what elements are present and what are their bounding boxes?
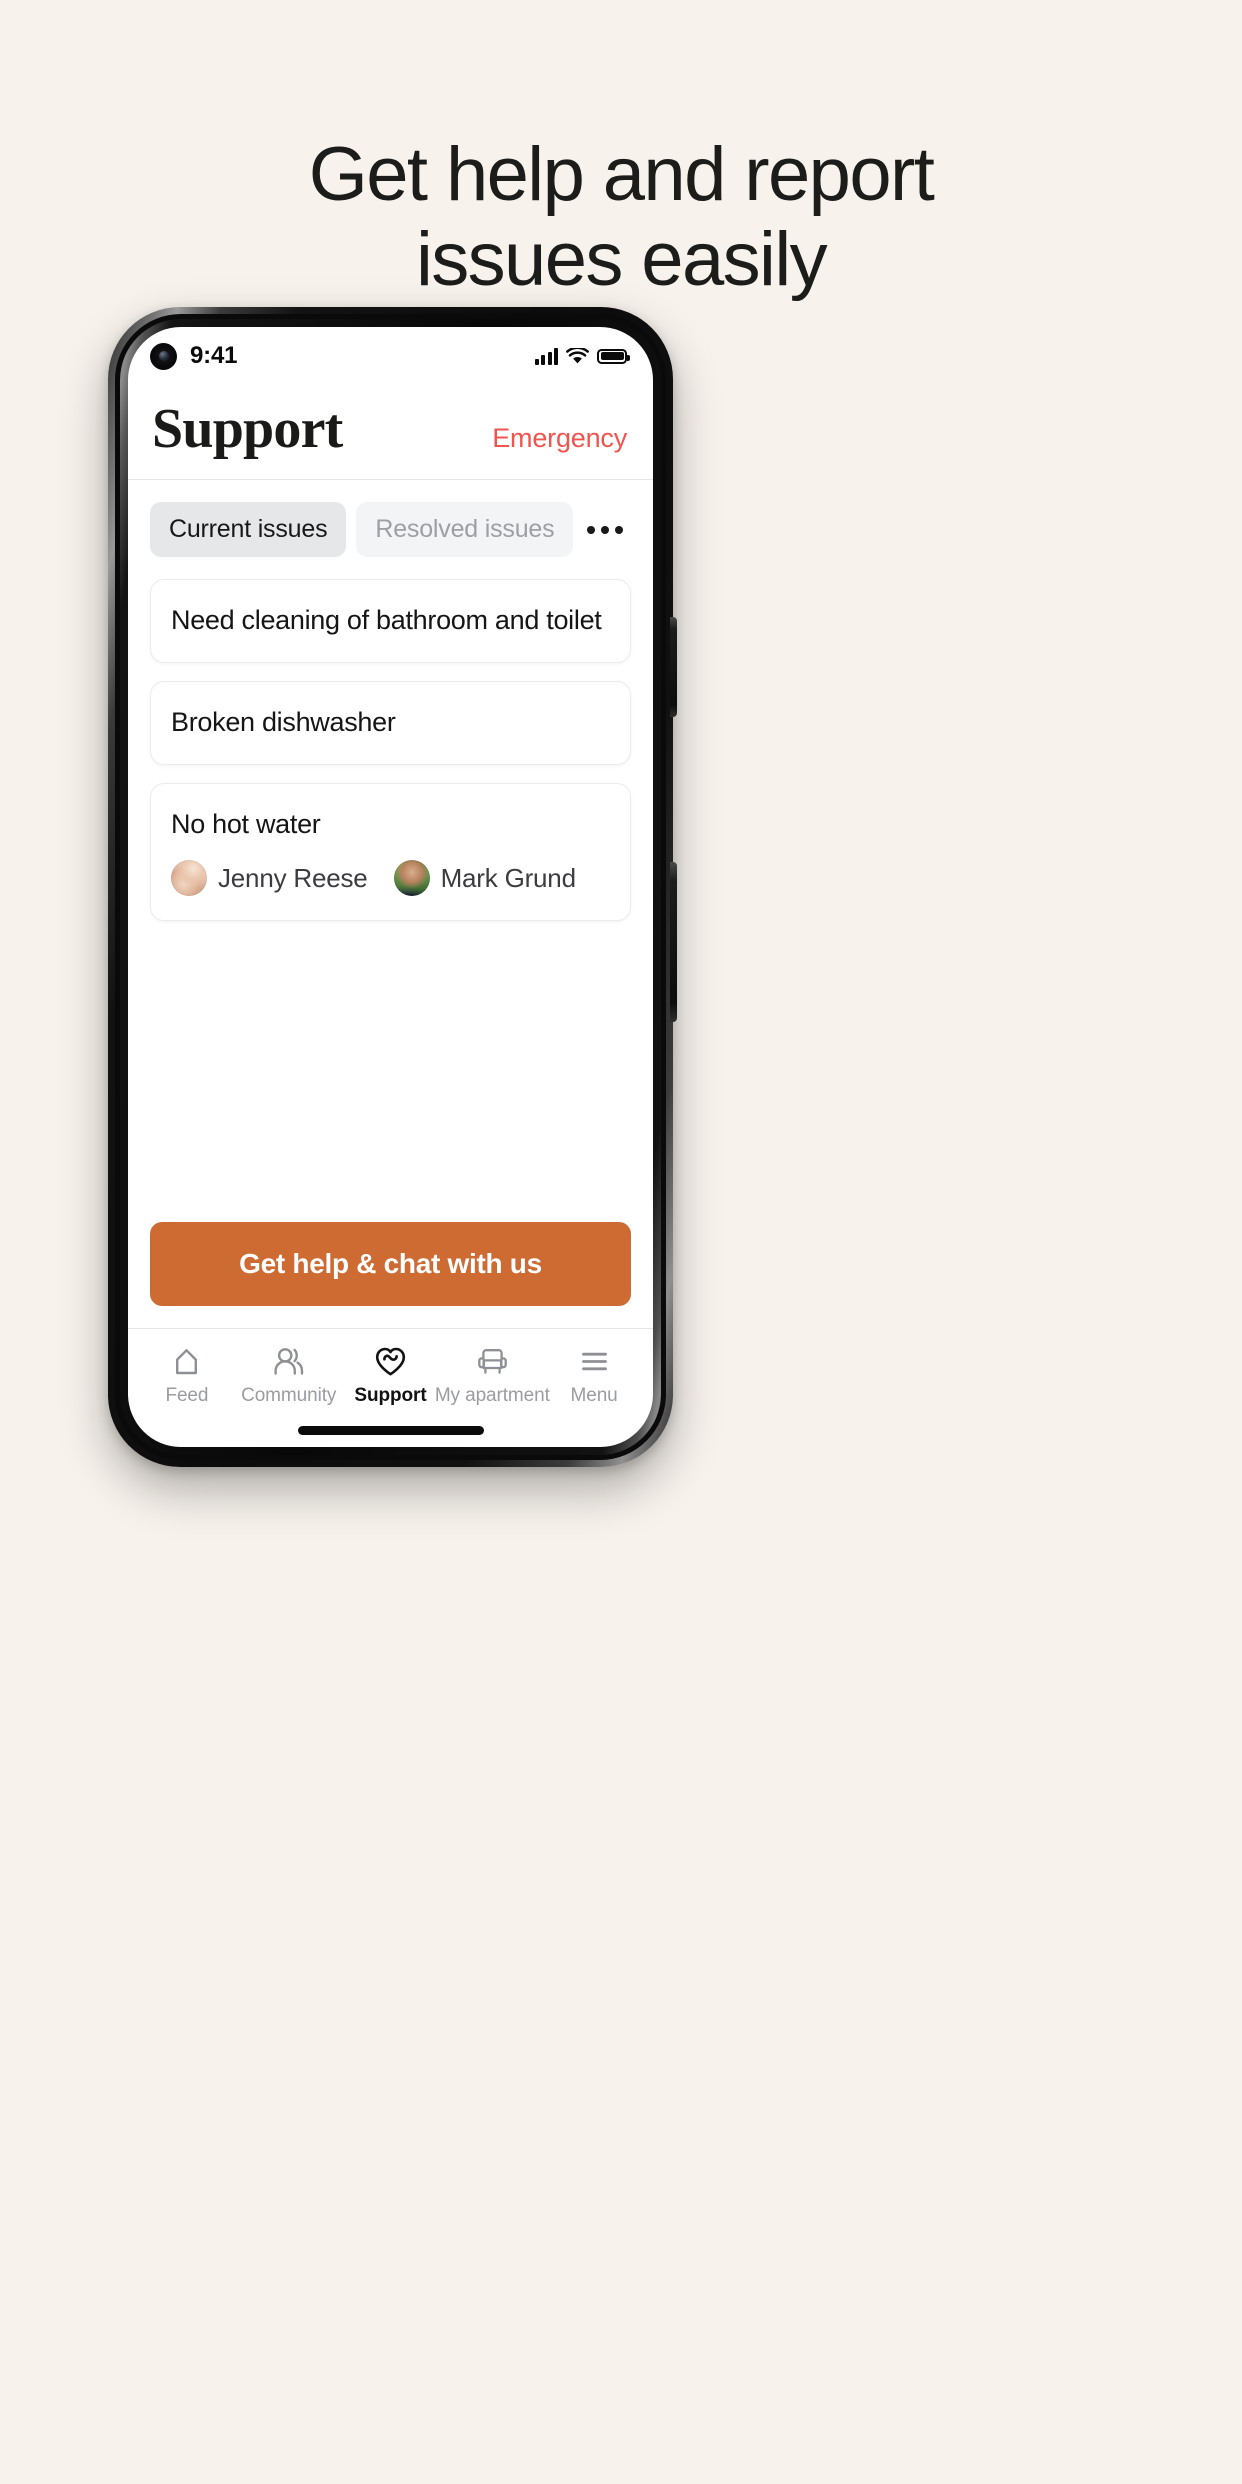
- nav-item-community[interactable]: Community: [238, 1345, 340, 1407]
- avatar: [171, 860, 207, 897]
- phone-mockup: 9:41 Support Emergency Current issues Re…: [108, 307, 677, 1467]
- hamburger-icon: [579, 1345, 610, 1377]
- status-bar: 9:41: [128, 327, 653, 385]
- power-button[interactable]: [670, 862, 677, 1022]
- cellular-signal-icon: [534, 347, 558, 365]
- assignee[interactable]: Mark Grund: [393, 860, 576, 897]
- people-icon: [272, 1345, 305, 1377]
- volume-button[interactable]: [670, 617, 677, 717]
- issue-title: No hot water: [171, 808, 321, 839]
- nav-label: My apartment: [434, 1385, 550, 1406]
- nav-label: Support: [354, 1385, 427, 1406]
- phone-screen: 9:41 Support Emergency Current issues Re…: [128, 327, 653, 1447]
- issue-title: Need cleaning of bathroom and toilet: [171, 605, 602, 635]
- screen-title: Support: [152, 398, 343, 460]
- assignee-name: Jenny Reese: [218, 862, 368, 893]
- get-help-chat-button[interactable]: Get help & chat with us: [150, 1222, 631, 1306]
- nav-item-menu[interactable]: Menu: [543, 1345, 645, 1407]
- headline-line-2: issues easily: [415, 217, 828, 303]
- issue-card[interactable]: No hot water Jenny Reese Mark Grund: [150, 782, 631, 922]
- nav-item-feed[interactable]: Feed: [136, 1345, 238, 1407]
- issue-title: Broken dishwasher: [171, 706, 396, 737]
- screenshot-canvas: Get help and report issues easily 9:41 S…: [0, 0, 1242, 2484]
- heart-icon: [374, 1345, 407, 1377]
- wifi-icon: [566, 347, 589, 363]
- tab-current-issues[interactable]: Current issues: [150, 502, 347, 557]
- nav-label: Feed: [165, 1385, 209, 1406]
- assignee-name: Mark Grund: [440, 862, 576, 893]
- more-horizontal-icon[interactable]: [583, 516, 627, 544]
- home-indicator-bar[interactable]: [297, 1425, 484, 1435]
- status-bar-indicators: [534, 347, 630, 365]
- nav-label: Community: [241, 1385, 337, 1406]
- home-icon: [171, 1345, 202, 1377]
- armchair-icon: [476, 1345, 509, 1377]
- nav-item-support[interactable]: Support: [340, 1345, 442, 1407]
- home-indicator-area: [128, 1413, 653, 1447]
- assignee[interactable]: Jenny Reese: [171, 860, 368, 897]
- nav-label: Menu: [570, 1385, 618, 1406]
- tab-resolved-issues[interactable]: Resolved issues: [356, 502, 574, 557]
- page-title: Get help and report issues easily: [0, 132, 1242, 302]
- app-header: Support Emergency: [128, 385, 653, 480]
- battery-full-icon: [597, 348, 630, 364]
- issue-filter-tabs: Current issues Resolved issues: [128, 480, 653, 557]
- issue-assignees: Jenny Reese Mark Grund: [171, 860, 610, 897]
- cta-container: Get help & chat with us: [128, 1222, 653, 1328]
- nav-item-my-apartment[interactable]: My apartment: [435, 1345, 550, 1407]
- emergency-button[interactable]: Emergency: [492, 423, 627, 454]
- headline-line-1: Get help and report: [308, 132, 935, 217]
- issue-card[interactable]: Need cleaning of bathroom and toilet: [150, 579, 631, 663]
- avatar: [393, 860, 430, 897]
- status-bar-time: 9:41: [190, 342, 238, 369]
- bottom-navigation: Feed Community Support My apartment Menu: [128, 1328, 653, 1413]
- issue-list: Need cleaning of bathroom and toilet Bro…: [128, 557, 653, 1222]
- punch-hole-camera-icon: [150, 342, 177, 370]
- issue-card[interactable]: Broken dishwasher: [150, 680, 631, 765]
